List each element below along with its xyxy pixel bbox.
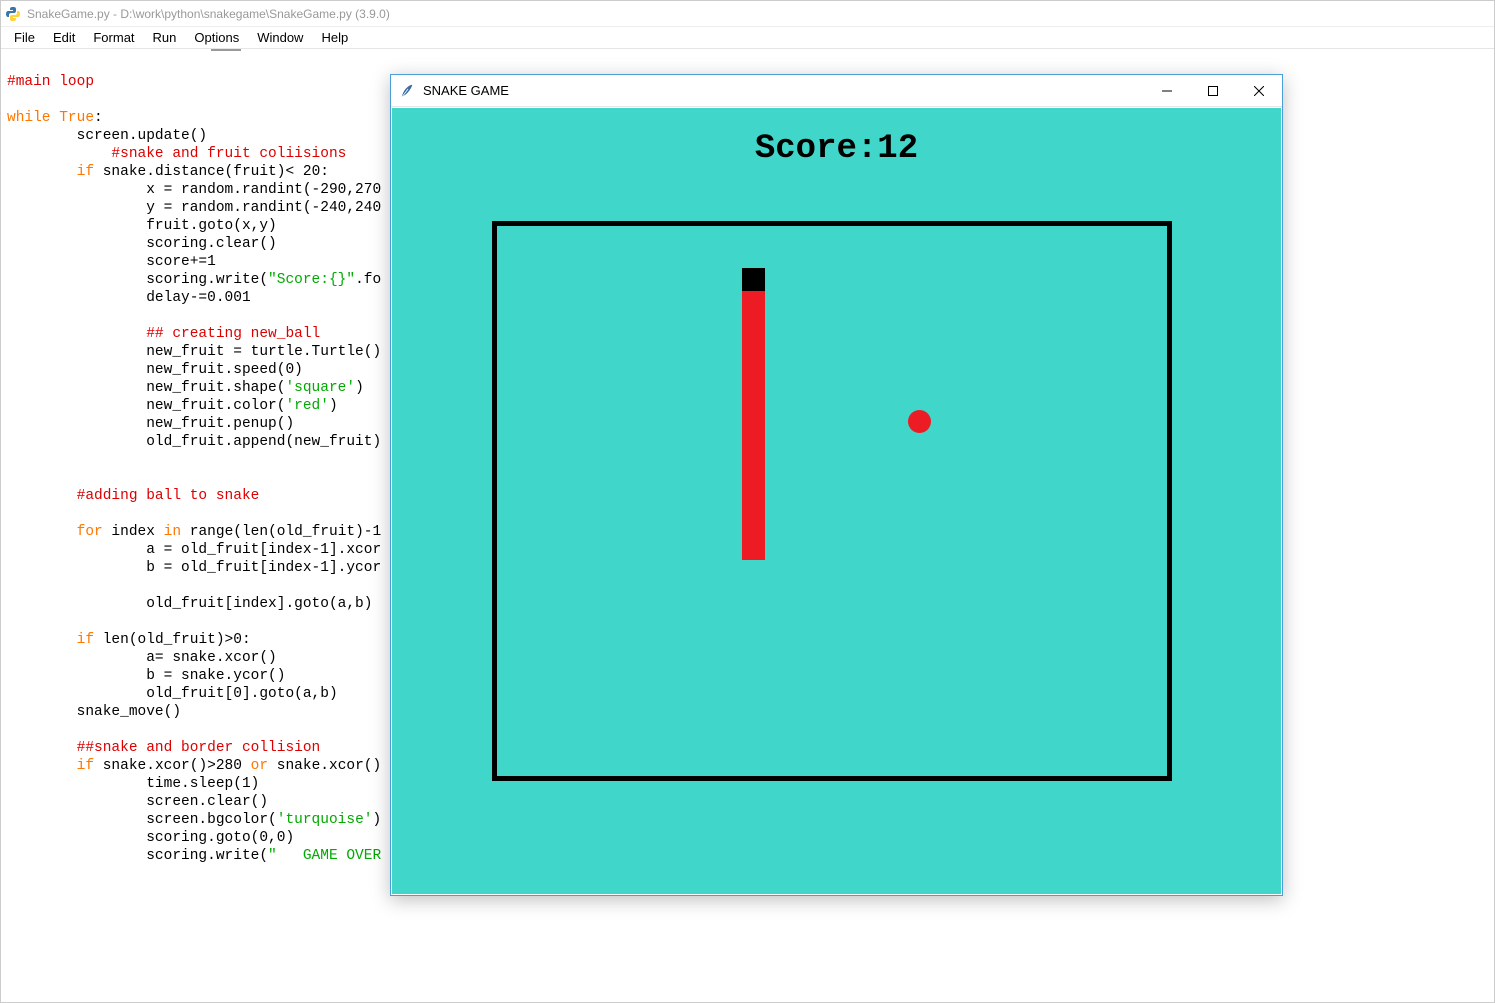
code-token: snake.xcor()>280 — [94, 758, 251, 774]
code-token: or — [251, 758, 268, 774]
code-token: while — [7, 110, 51, 126]
code-line: screen.clear() — [7, 794, 268, 810]
code-line: new_fruit = turtle.Turtle() — [7, 344, 381, 360]
code-line: a= snake.xcor() — [7, 650, 277, 666]
code-token: screen.bgcolor( — [7, 812, 277, 828]
game-play-area-border — [492, 221, 1172, 781]
code-token: ) — [372, 812, 381, 828]
code-line: ## creating new_ball — [7, 326, 320, 342]
snake-game-window[interactable]: SNAKE GAME Score:12 — [390, 74, 1283, 896]
game-titlebar[interactable]: SNAKE GAME — [391, 75, 1282, 107]
code-token: .fo — [355, 272, 381, 288]
idle-window-title: SnakeGame.py - D:\work\python\snakegame\… — [27, 7, 390, 21]
code-line: screen.update() — [7, 128, 207, 144]
code-line: fruit.goto(x,y) — [7, 218, 277, 234]
score-display: Score:12 — [392, 130, 1281, 168]
code-line: new_fruit.penup() — [7, 416, 294, 432]
code-token — [7, 524, 77, 540]
code-token: 'red' — [285, 398, 329, 414]
code-line: ##snake and border collision — [7, 740, 320, 756]
code-token: ) — [355, 380, 364, 396]
menu-format[interactable]: Format — [84, 28, 143, 47]
code-line: snake_move() — [7, 704, 181, 720]
code-token: "Score:{}" — [268, 272, 355, 288]
close-button[interactable] — [1236, 75, 1282, 106]
code-token: snake.distance(fruit)< 20: — [94, 164, 329, 180]
code-line: b = snake.ycor() — [7, 668, 285, 684]
snake-body — [742, 290, 765, 560]
python-file-icon — [5, 6, 21, 22]
maximize-button[interactable] — [1190, 75, 1236, 106]
code-line: a = old_fruit[index-1].xcor — [7, 542, 381, 558]
code-line: delay-=0.001 — [7, 290, 251, 306]
code-token: 'square' — [285, 380, 355, 396]
code-line: old_fruit[0].goto(a,b) — [7, 686, 338, 702]
code-line: x = random.randint(-290,270 — [7, 182, 381, 198]
menu-run[interactable]: Run — [144, 28, 186, 47]
code-line: scoring.goto(0,0) — [7, 830, 294, 846]
code-line: b = old_fruit[index-1].ycor — [7, 560, 381, 576]
code-token: 'turquoise' — [277, 812, 373, 828]
code-line: y = random.randint(-240,240 — [7, 200, 381, 216]
code-token: new_fruit.shape( — [7, 380, 285, 396]
code-token: for — [77, 524, 103, 540]
code-token: " GAME OVER — [268, 848, 381, 864]
code-token: new_fruit.color( — [7, 398, 285, 414]
code-line: score+=1 — [7, 254, 216, 270]
code-token: if — [77, 758, 94, 774]
code-token — [7, 164, 77, 180]
menu-file[interactable]: File — [5, 28, 44, 47]
score-value: 12 — [877, 130, 918, 168]
menu-options[interactable]: Options — [185, 28, 248, 47]
tab-indicator — [211, 49, 241, 51]
code-line: #snake and fruit coliisions — [7, 146, 346, 162]
code-token: : — [94, 110, 103, 126]
window-controls — [1144, 75, 1282, 106]
code-token — [51, 110, 60, 126]
code-token — [7, 758, 77, 774]
code-line: old_fruit.append(new_fruit) — [7, 434, 381, 450]
code-line: #main loop — [7, 74, 94, 90]
code-line: time.sleep(1) — [7, 776, 259, 792]
code-line: new_fruit.speed(0) — [7, 362, 303, 378]
idle-menubar: File Edit Format Run Options Window Help — [1, 27, 1494, 49]
code-token: True — [59, 110, 94, 126]
code-token: ) — [329, 398, 338, 414]
menu-help[interactable]: Help — [312, 28, 357, 47]
code-token: if — [77, 632, 94, 648]
code-token: index — [103, 524, 164, 540]
code-token: range(len(old_fruit)-1 — [181, 524, 381, 540]
fruit — [908, 410, 931, 433]
code-line: scoring.clear() — [7, 236, 277, 252]
code-token: if — [77, 164, 94, 180]
code-token: scoring.write( — [7, 848, 268, 864]
game-window-title: SNAKE GAME — [423, 83, 1144, 98]
code-token: in — [164, 524, 181, 540]
score-label: Score: — [755, 130, 877, 168]
code-line: #adding ball to snake — [7, 488, 259, 504]
minimize-button[interactable] — [1144, 75, 1190, 106]
code-token: len(old_fruit)>0: — [94, 632, 251, 648]
menu-edit[interactable]: Edit — [44, 28, 84, 47]
code-token: snake.xcor() — [268, 758, 381, 774]
game-canvas[interactable]: Score:12 — [392, 108, 1281, 894]
snake-head — [742, 268, 765, 291]
menu-window[interactable]: Window — [248, 28, 312, 47]
code-token: scoring.write( — [7, 272, 268, 288]
idle-titlebar[interactable]: SnakeGame.py - D:\work\python\snakegame\… — [1, 1, 1494, 27]
code-line: old_fruit[index].goto(a,b) — [7, 596, 372, 612]
tk-feather-icon — [399, 83, 415, 99]
code-token — [7, 632, 77, 648]
